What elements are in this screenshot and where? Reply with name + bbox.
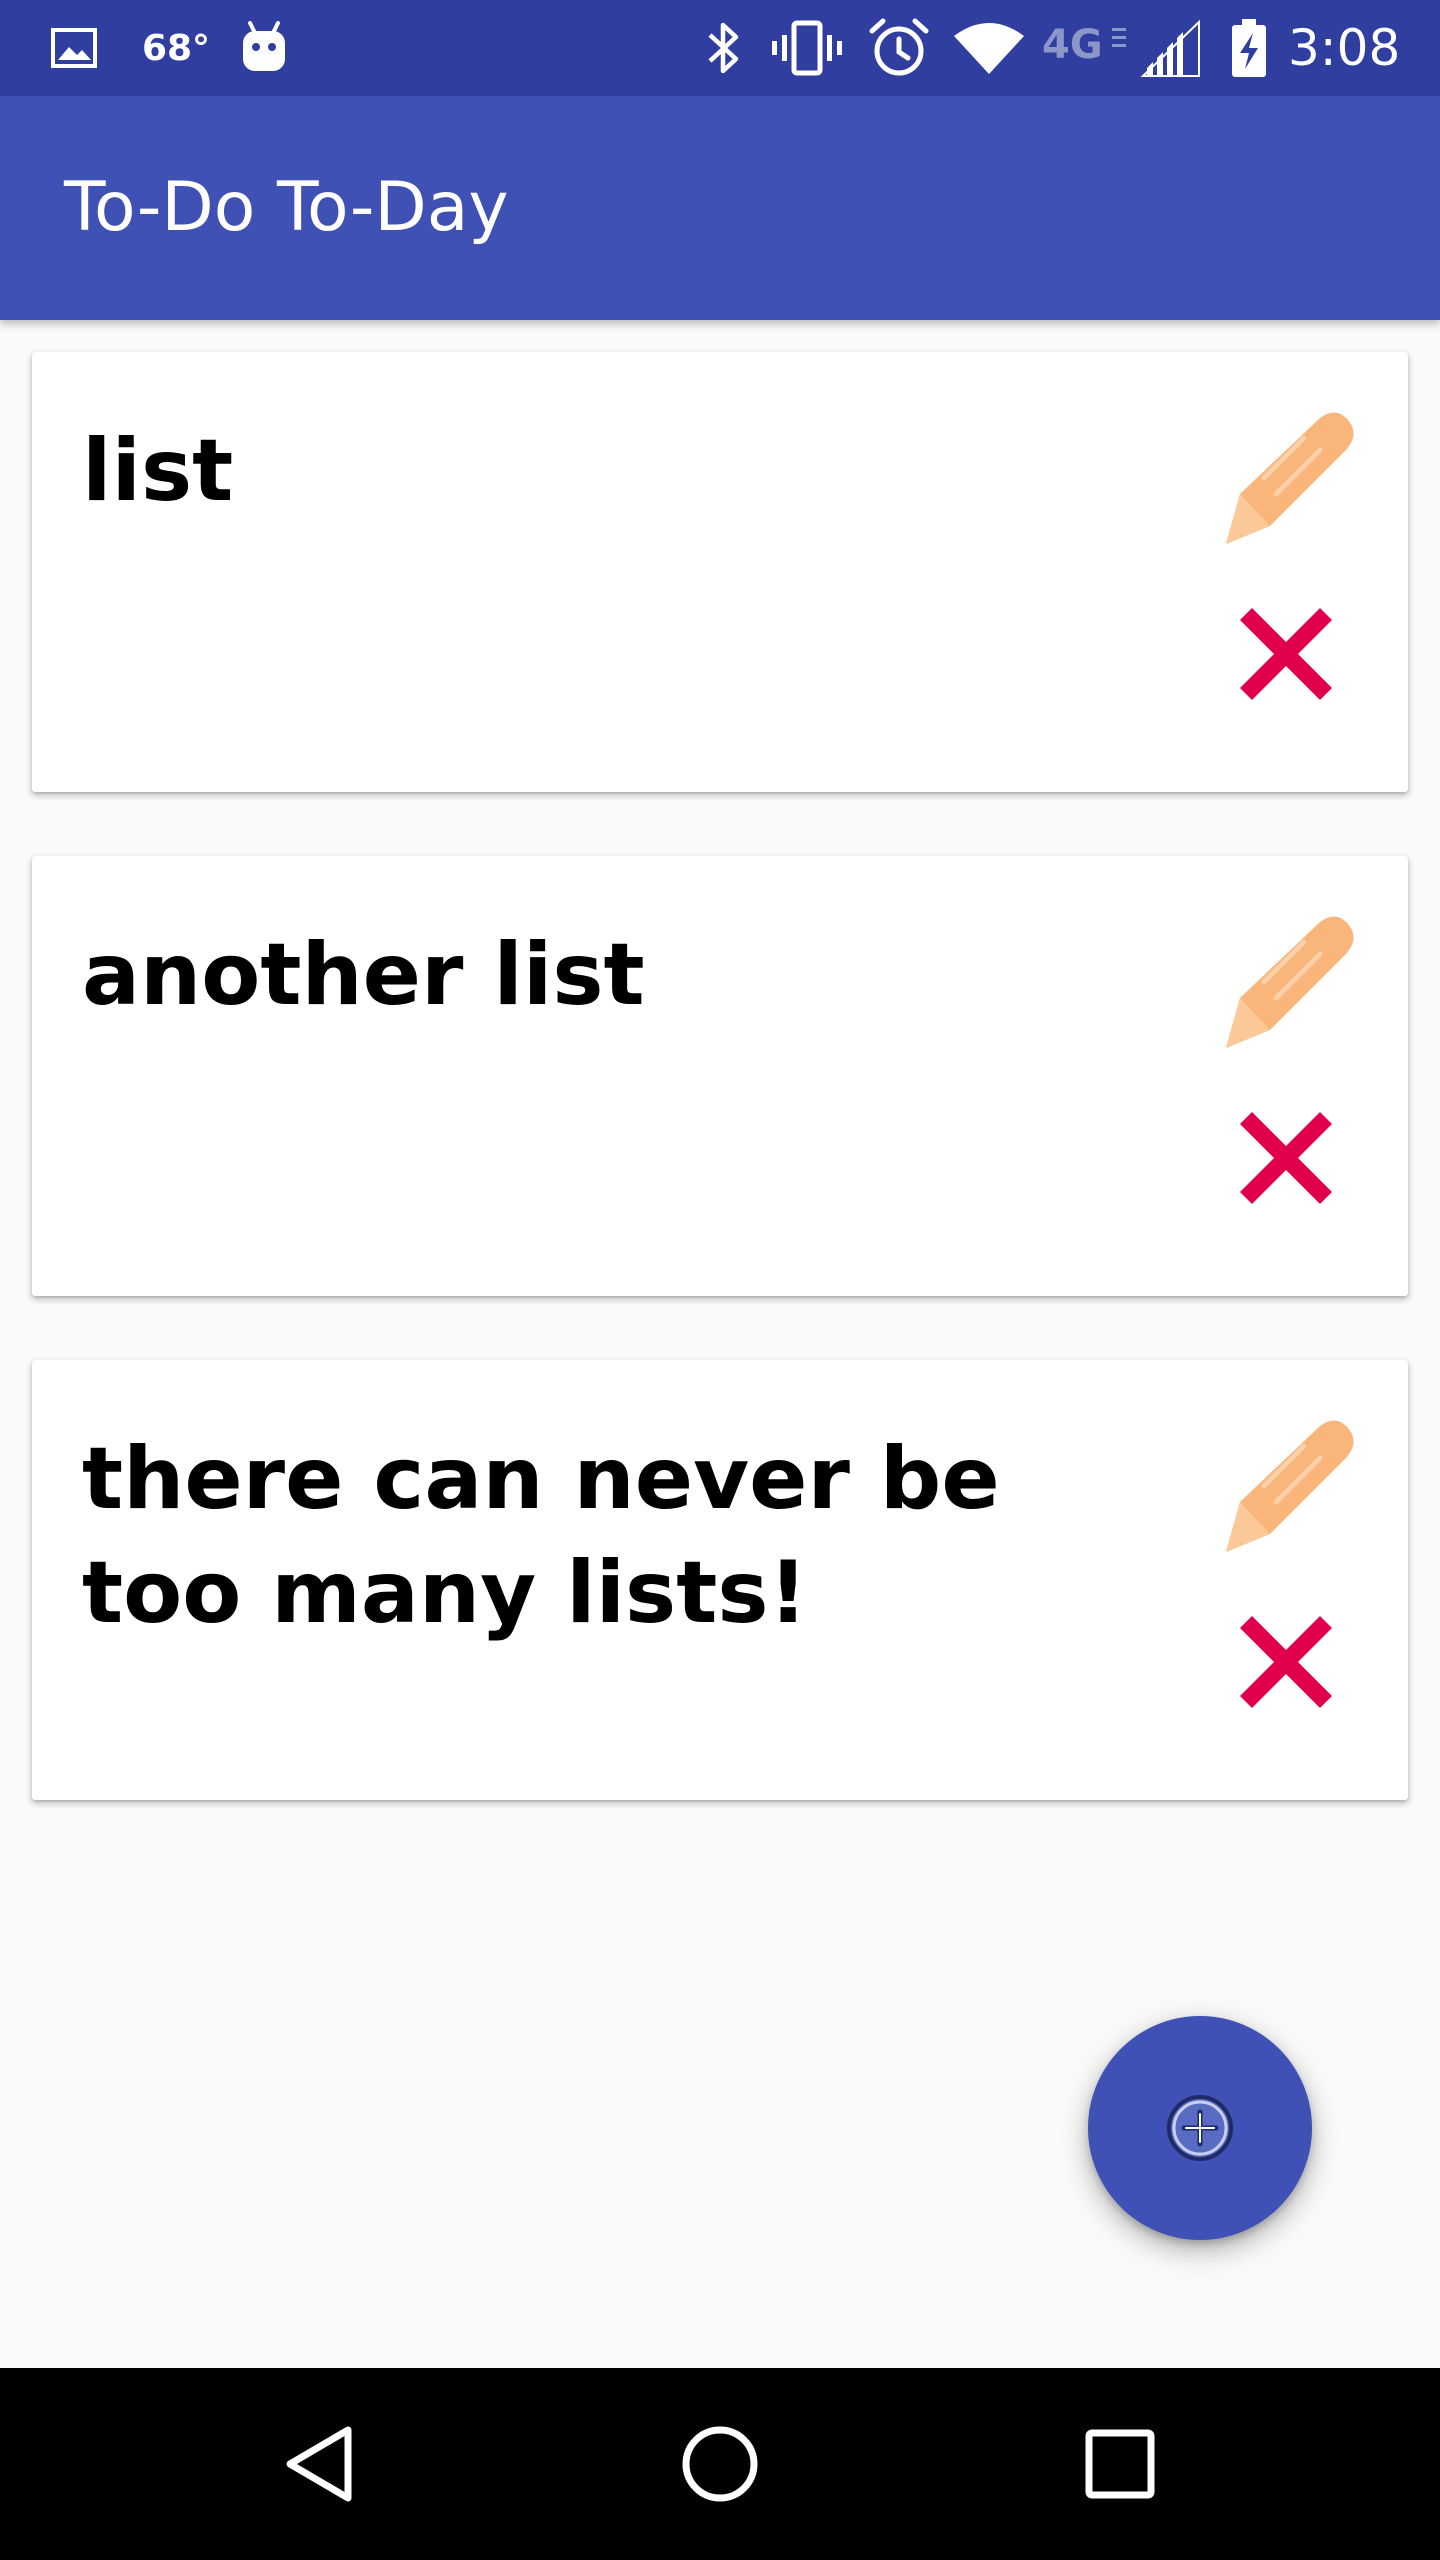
pencil-icon: [1226, 916, 1354, 1048]
alarm-icon: [866, 0, 932, 96]
home-button[interactable]: [620, 2368, 820, 2560]
app-title: To-Do To-Day: [64, 168, 509, 247]
edit-list-button[interactable]: [1204, 906, 1368, 1070]
delete-list-button[interactable]: [1222, 590, 1350, 718]
pencil-icon: [1226, 412, 1354, 544]
recents-button[interactable]: [1020, 2368, 1220, 2560]
vibrate-icon: [768, 0, 846, 96]
delete-x-icon: [1240, 1112, 1332, 1204]
back-button[interactable]: [220, 2368, 420, 2560]
pencil-icon: [1226, 1420, 1354, 1552]
navigation-bar: [0, 2368, 1440, 2560]
delete-x-icon: [1240, 1616, 1332, 1708]
screen: 68° 4G 3:08 To-Do To-Day list another li…: [0, 0, 1440, 2560]
back-icon: [286, 2426, 352, 2502]
temperature-text: 68°: [141, 27, 211, 69]
edit-list-button[interactable]: [1204, 402, 1368, 566]
list-title: there can never be too many lists!: [82, 1429, 1000, 1643]
edit-list-button[interactable]: [1204, 1410, 1368, 1574]
list-card[interactable]: there can never be too many lists!: [32, 1360, 1408, 1800]
signal-icon: [1134, 0, 1208, 96]
image-icon: [44, 0, 104, 96]
delete-x-icon: [1240, 608, 1332, 700]
battery-charging-icon: [1224, 0, 1274, 96]
bluetooth-icon: [696, 0, 752, 96]
list-title: another list: [82, 925, 645, 1025]
status-bar: 68° 4G 3:08: [0, 0, 1440, 96]
lte-icon: 4G: [1040, 0, 1130, 96]
add-list-fab[interactable]: [1088, 2016, 1312, 2240]
delete-list-button[interactable]: [1222, 1094, 1350, 1222]
list-card[interactable]: another list: [32, 856, 1408, 1296]
add-circle-icon: [1167, 2095, 1233, 2161]
list-title: list: [82, 421, 234, 521]
wifi-icon: [950, 0, 1028, 96]
network-label: 4G: [1042, 22, 1103, 68]
recents-icon: [1085, 2429, 1155, 2499]
android-icon: [236, 0, 292, 96]
list-card[interactable]: list: [32, 352, 1408, 792]
delete-list-button[interactable]: [1222, 1598, 1350, 1726]
clock-text: 3:08: [1288, 19, 1401, 77]
home-icon: [682, 2426, 758, 2502]
app-bar: To-Do To-Day: [0, 96, 1440, 320]
